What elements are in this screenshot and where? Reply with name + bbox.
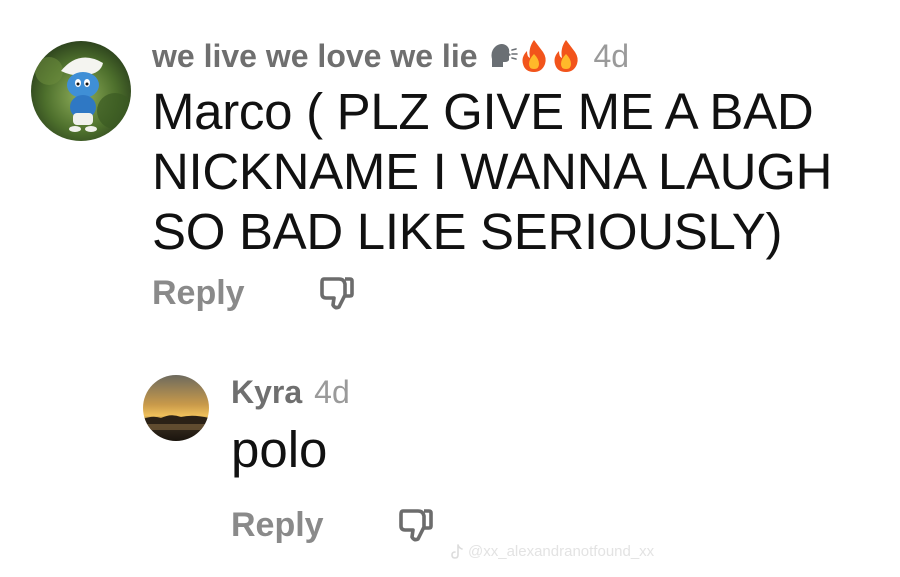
- dislike-button[interactable]: [317, 273, 357, 313]
- avatar[interactable]: [143, 375, 209, 441]
- comment-thread: we live we love we lie 4d Marco ( PLZ GI…: [0, 0, 900, 577]
- comment-text: polo: [231, 421, 328, 478]
- tiktok-logo-icon: [451, 543, 463, 559]
- comment-actions: Reply: [152, 268, 357, 318]
- smurf-avatar-image: [31, 41, 131, 141]
- fire-icon: [522, 40, 546, 72]
- comment-time: 4d: [593, 37, 630, 74]
- dislike-button[interactable]: [396, 505, 436, 545]
- username-emojis: [488, 38, 582, 74]
- avatar[interactable]: [31, 41, 131, 141]
- fire-icon: [554, 40, 578, 72]
- comment-header: Kyra 4d: [231, 372, 350, 412]
- comment-actions: Reply: [231, 500, 436, 550]
- sunset-avatar-image: [143, 375, 209, 441]
- watermark-text: @xx_alexandranotfound_xx: [468, 543, 655, 560]
- comment-line: Marco ( PLZ GIVE ME A BAD: [152, 83, 814, 140]
- username[interactable]: we live we love we lie: [152, 38, 478, 75]
- thumbs-down-icon: [398, 509, 433, 542]
- watermark: @xx_alexandranotfound_xx: [450, 543, 654, 560]
- speaking-head-icon: [491, 44, 518, 67]
- username[interactable]: Kyra: [231, 374, 302, 411]
- reply-button[interactable]: Reply: [152, 274, 245, 313]
- reply-button[interactable]: Reply: [231, 506, 324, 545]
- thumbs-down-icon: [319, 277, 354, 310]
- comment-text: Marco ( PLZ GIVE ME A BAD NICKNAME I WAN…: [152, 82, 832, 262]
- comment-line: NICKNAME I WANNA LAUGH: [152, 143, 833, 200]
- comment-time: 4d: [314, 373, 350, 410]
- comment-header: we live we love we lie 4d: [152, 36, 629, 76]
- comment-line: SO BAD LIKE SERIOUSLY): [152, 203, 783, 260]
